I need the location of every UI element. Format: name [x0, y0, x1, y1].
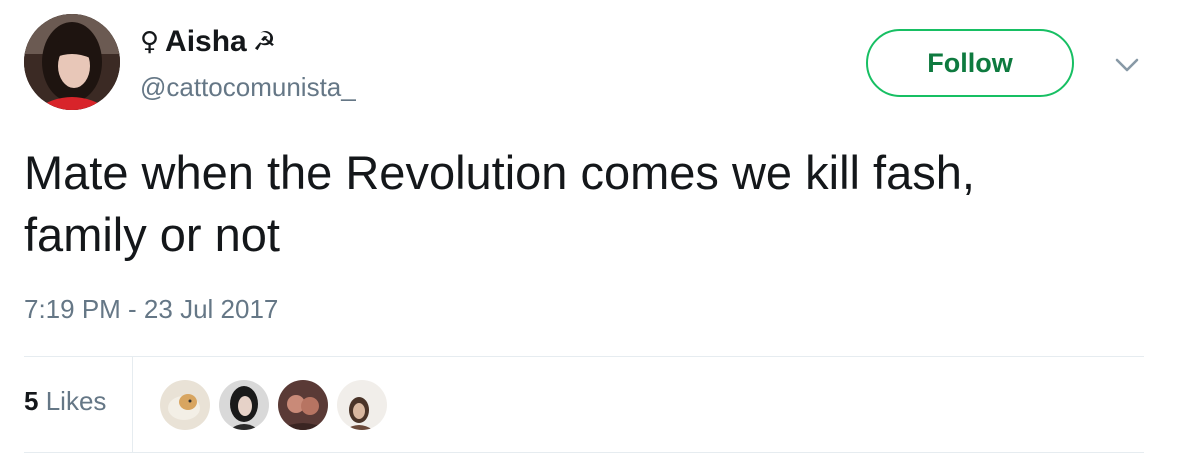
divider: [24, 356, 1144, 357]
venus-emoji-icon: ♀: [140, 27, 160, 57]
divider: [24, 452, 1144, 453]
likers-avatars: [158, 378, 394, 432]
user-avatar[interactable]: [24, 14, 120, 110]
user-display-name[interactable]: Aisha: [165, 25, 247, 59]
tweet-text: Mate when the Revolution comes we kill f…: [24, 146, 975, 261]
stats-separator: [132, 357, 133, 452]
liker-avatar[interactable]: [335, 378, 389, 432]
likes-stat[interactable]: 5 Likes: [24, 386, 106, 417]
tweet-timestamp[interactable]: 7:19 PM - 23 Jul 2017: [24, 294, 278, 325]
liker-avatar[interactable]: [217, 378, 271, 432]
liker-avatar[interactable]: [276, 378, 330, 432]
chevron-down-icon[interactable]: [1110, 50, 1144, 80]
avatar-image: [24, 14, 120, 110]
liker-avatar[interactable]: [158, 378, 212, 432]
user-handle[interactable]: @cattocomunista_: [140, 72, 356, 103]
follow-button[interactable]: Follow: [866, 29, 1074, 97]
likes-label: Likes: [45, 386, 107, 416]
likes-count: 5: [24, 386, 39, 416]
hammer-sickle-emoji-icon: ☭: [252, 27, 277, 57]
user-name-row[interactable]: ♀ Aisha ☭: [140, 22, 276, 62]
